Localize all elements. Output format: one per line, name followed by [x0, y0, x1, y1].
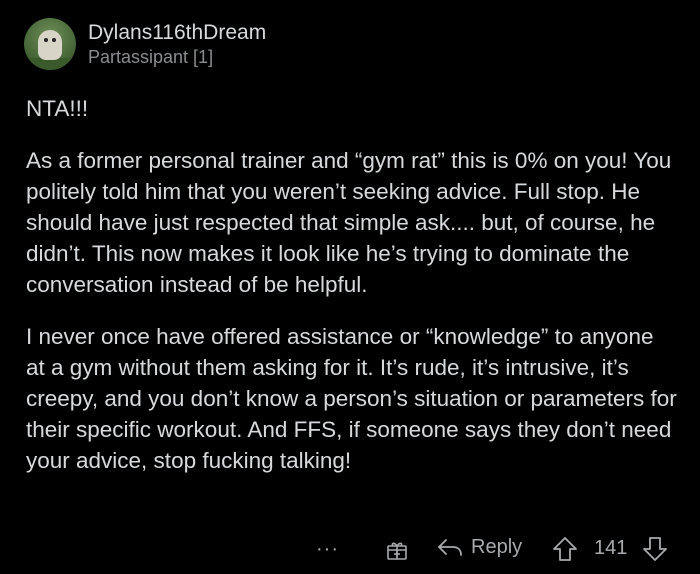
user-info: Dylans116thDream Partassipant [1] [88, 20, 266, 69]
username[interactable]: Dylans116thDream [88, 20, 266, 45]
avatar[interactable] [24, 18, 76, 70]
upvote-button[interactable] [552, 536, 578, 568]
reply-label: Reply [471, 536, 523, 558]
reply-button[interactable]: Reply [437, 536, 522, 559]
upvote-arrow-icon [553, 537, 577, 561]
comment-body: NTA!!! As a former personal trainer and … [26, 93, 678, 497]
award-button[interactable] [385, 538, 409, 568]
dog-avatar-icon [38, 30, 62, 60]
comment-header: Dylans116thDream Partassipant [1] [24, 18, 266, 70]
downvote-arrow-icon [643, 537, 667, 561]
gift-icon [387, 542, 407, 560]
comment-paragraph: I never once have offered assistance or … [26, 324, 677, 473]
user-flair: Partassipant [1] [88, 46, 214, 67]
comment-paragraph: As a former personal trainer and “gym ra… [26, 148, 672, 297]
comment-paragraph: NTA!!! [26, 96, 89, 121]
more-options-button[interactable]: ··· [316, 538, 339, 561]
downvote-button[interactable] [642, 536, 668, 568]
reply-arrow-icon [438, 538, 462, 556]
comment-actions: ··· Reply 141 [0, 532, 700, 568]
vote-score: 141 [594, 537, 628, 559]
